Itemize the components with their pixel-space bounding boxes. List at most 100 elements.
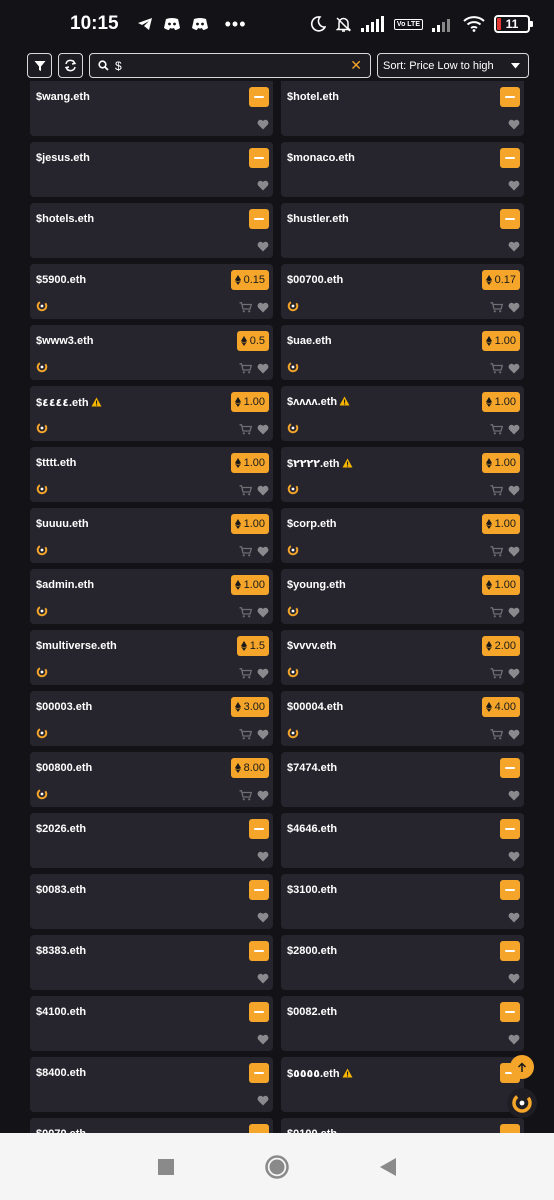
heart-icon[interactable] [257, 363, 269, 374]
domain-card[interactable]: $٥٥٥٥.eth [281, 1057, 524, 1112]
heart-icon[interactable] [508, 1034, 520, 1045]
domain-card[interactable]: $uuuu.eth 1.00 [30, 508, 273, 563]
home-button[interactable] [262, 1152, 292, 1182]
heart-icon[interactable] [257, 851, 269, 862]
domain-card[interactable]: $۲۲۲۲.eth 1.00 [281, 447, 524, 502]
heart-icon[interactable] [508, 180, 520, 191]
domain-card[interactable]: $wang.eth [30, 81, 273, 136]
heart-icon[interactable] [508, 424, 520, 435]
domain-card[interactable]: $0070.eth [30, 1118, 273, 1133]
search-input[interactable]: $ ✕ [89, 53, 371, 78]
domain-card[interactable]: $hotel.eth [281, 81, 524, 136]
cart-icon[interactable] [239, 607, 252, 618]
heart-icon[interactable] [508, 668, 520, 679]
domain-card[interactable]: $www3.eth 0.5 [30, 325, 273, 380]
heart-icon[interactable] [257, 1095, 269, 1106]
domain-card[interactable]: $5900.eth 0.15 [30, 264, 273, 319]
domain-card[interactable]: $7474.eth [281, 752, 524, 807]
domain-card[interactable]: $00003.eth 3.00 [30, 691, 273, 746]
domain-name: $۲۲۲۲.eth [287, 457, 353, 470]
cart-icon[interactable] [490, 424, 503, 435]
heart-icon[interactable] [508, 607, 520, 618]
filter-button[interactable] [27, 53, 52, 78]
heart-icon[interactable] [508, 973, 520, 984]
heart-icon[interactable] [257, 180, 269, 191]
heart-icon[interactable] [257, 790, 269, 801]
domain-card[interactable]: $8383.eth [30, 935, 273, 990]
sort-select[interactable]: Sort: Price Low to high [377, 53, 529, 78]
refresh-button[interactable] [58, 53, 83, 78]
price-value: 1.00 [494, 335, 516, 347]
domain-card[interactable]: $4646.eth [281, 813, 524, 868]
scroll-to-top-button[interactable] [510, 1055, 534, 1079]
domain-card[interactable]: $admin.eth 1.00 [30, 569, 273, 624]
domain-card[interactable]: $hotels.eth [30, 203, 273, 258]
heart-icon[interactable] [257, 302, 269, 313]
domain-card[interactable]: $00700.eth 0.17 [281, 264, 524, 319]
cart-icon[interactable] [490, 302, 503, 313]
cart-icon[interactable] [490, 668, 503, 679]
heart-icon[interactable] [508, 790, 520, 801]
domain-card[interactable]: $8400.eth [30, 1057, 273, 1112]
domain-card[interactable]: $00800.eth 8.00 [30, 752, 273, 807]
heart-icon[interactable] [257, 668, 269, 679]
cart-icon[interactable] [490, 546, 503, 557]
domain-card[interactable]: $jesus.eth [30, 142, 273, 197]
heart-icon[interactable] [508, 241, 520, 252]
domain-card[interactable]: $corp.eth 1.00 [281, 508, 524, 563]
cart-icon[interactable] [239, 790, 252, 801]
heart-icon[interactable] [257, 546, 269, 557]
domain-card[interactable]: $٤٤٤٤.eth 1.00 [30, 386, 273, 441]
domain-card[interactable]: $3100.eth [281, 874, 524, 929]
heart-icon[interactable] [257, 912, 269, 923]
marketplace-logo-button[interactable] [507, 1088, 537, 1118]
domain-card[interactable]: $0083.eth [30, 874, 273, 929]
cart-icon[interactable] [239, 302, 252, 313]
domain-card[interactable]: $young.eth 1.00 [281, 569, 524, 624]
heart-icon[interactable] [257, 607, 269, 618]
cart-icon[interactable] [490, 729, 503, 740]
domain-card[interactable]: $tttt.eth 1.00 [30, 447, 273, 502]
price-badge [249, 209, 269, 229]
domain-card[interactable]: $0100.eth [281, 1118, 524, 1133]
domain-card[interactable]: $uae.eth 1.00 [281, 325, 524, 380]
cart-icon[interactable] [490, 363, 503, 374]
cart-icon[interactable] [239, 668, 252, 679]
domain-card[interactable]: $ʌʌʌʌ.eth 1.00 [281, 386, 524, 441]
heart-icon[interactable] [508, 485, 520, 496]
domain-card[interactable]: $monaco.eth [281, 142, 524, 197]
heart-icon[interactable] [257, 973, 269, 984]
heart-icon[interactable] [508, 363, 520, 374]
heart-icon[interactable] [257, 241, 269, 252]
domain-card[interactable]: $2026.eth [30, 813, 273, 868]
heart-icon[interactable] [508, 729, 520, 740]
cart-icon[interactable] [239, 485, 252, 496]
cart-icon[interactable] [239, 546, 252, 557]
heart-icon[interactable] [508, 912, 520, 923]
heart-icon[interactable] [257, 424, 269, 435]
cart-icon[interactable] [490, 485, 503, 496]
heart-icon[interactable] [257, 119, 269, 130]
no-price-dash [254, 889, 264, 891]
domain-card[interactable]: $multiverse.eth 1.5 [30, 630, 273, 685]
domain-card[interactable]: $vvvv.eth 2.00 [281, 630, 524, 685]
heart-icon[interactable] [508, 851, 520, 862]
cart-icon[interactable] [239, 363, 252, 374]
cart-icon[interactable] [239, 424, 252, 435]
cart-icon[interactable] [239, 729, 252, 740]
heart-icon[interactable] [257, 485, 269, 496]
heart-icon[interactable] [257, 1034, 269, 1045]
cart-icon[interactable] [490, 607, 503, 618]
domain-card[interactable]: $hustler.eth [281, 203, 524, 258]
domain-card[interactable]: $2800.eth [281, 935, 524, 990]
heart-icon[interactable] [257, 729, 269, 740]
heart-icon[interactable] [508, 119, 520, 130]
domain-card[interactable]: $0082.eth [281, 996, 524, 1051]
recents-button[interactable] [151, 1152, 181, 1182]
heart-icon[interactable] [508, 302, 520, 313]
back-button[interactable] [373, 1152, 403, 1182]
domain-card[interactable]: $4100.eth [30, 996, 273, 1051]
clear-search-icon[interactable]: ✕ [350, 57, 362, 74]
heart-icon[interactable] [508, 546, 520, 557]
domain-card[interactable]: $00004.eth 4.00 [281, 691, 524, 746]
